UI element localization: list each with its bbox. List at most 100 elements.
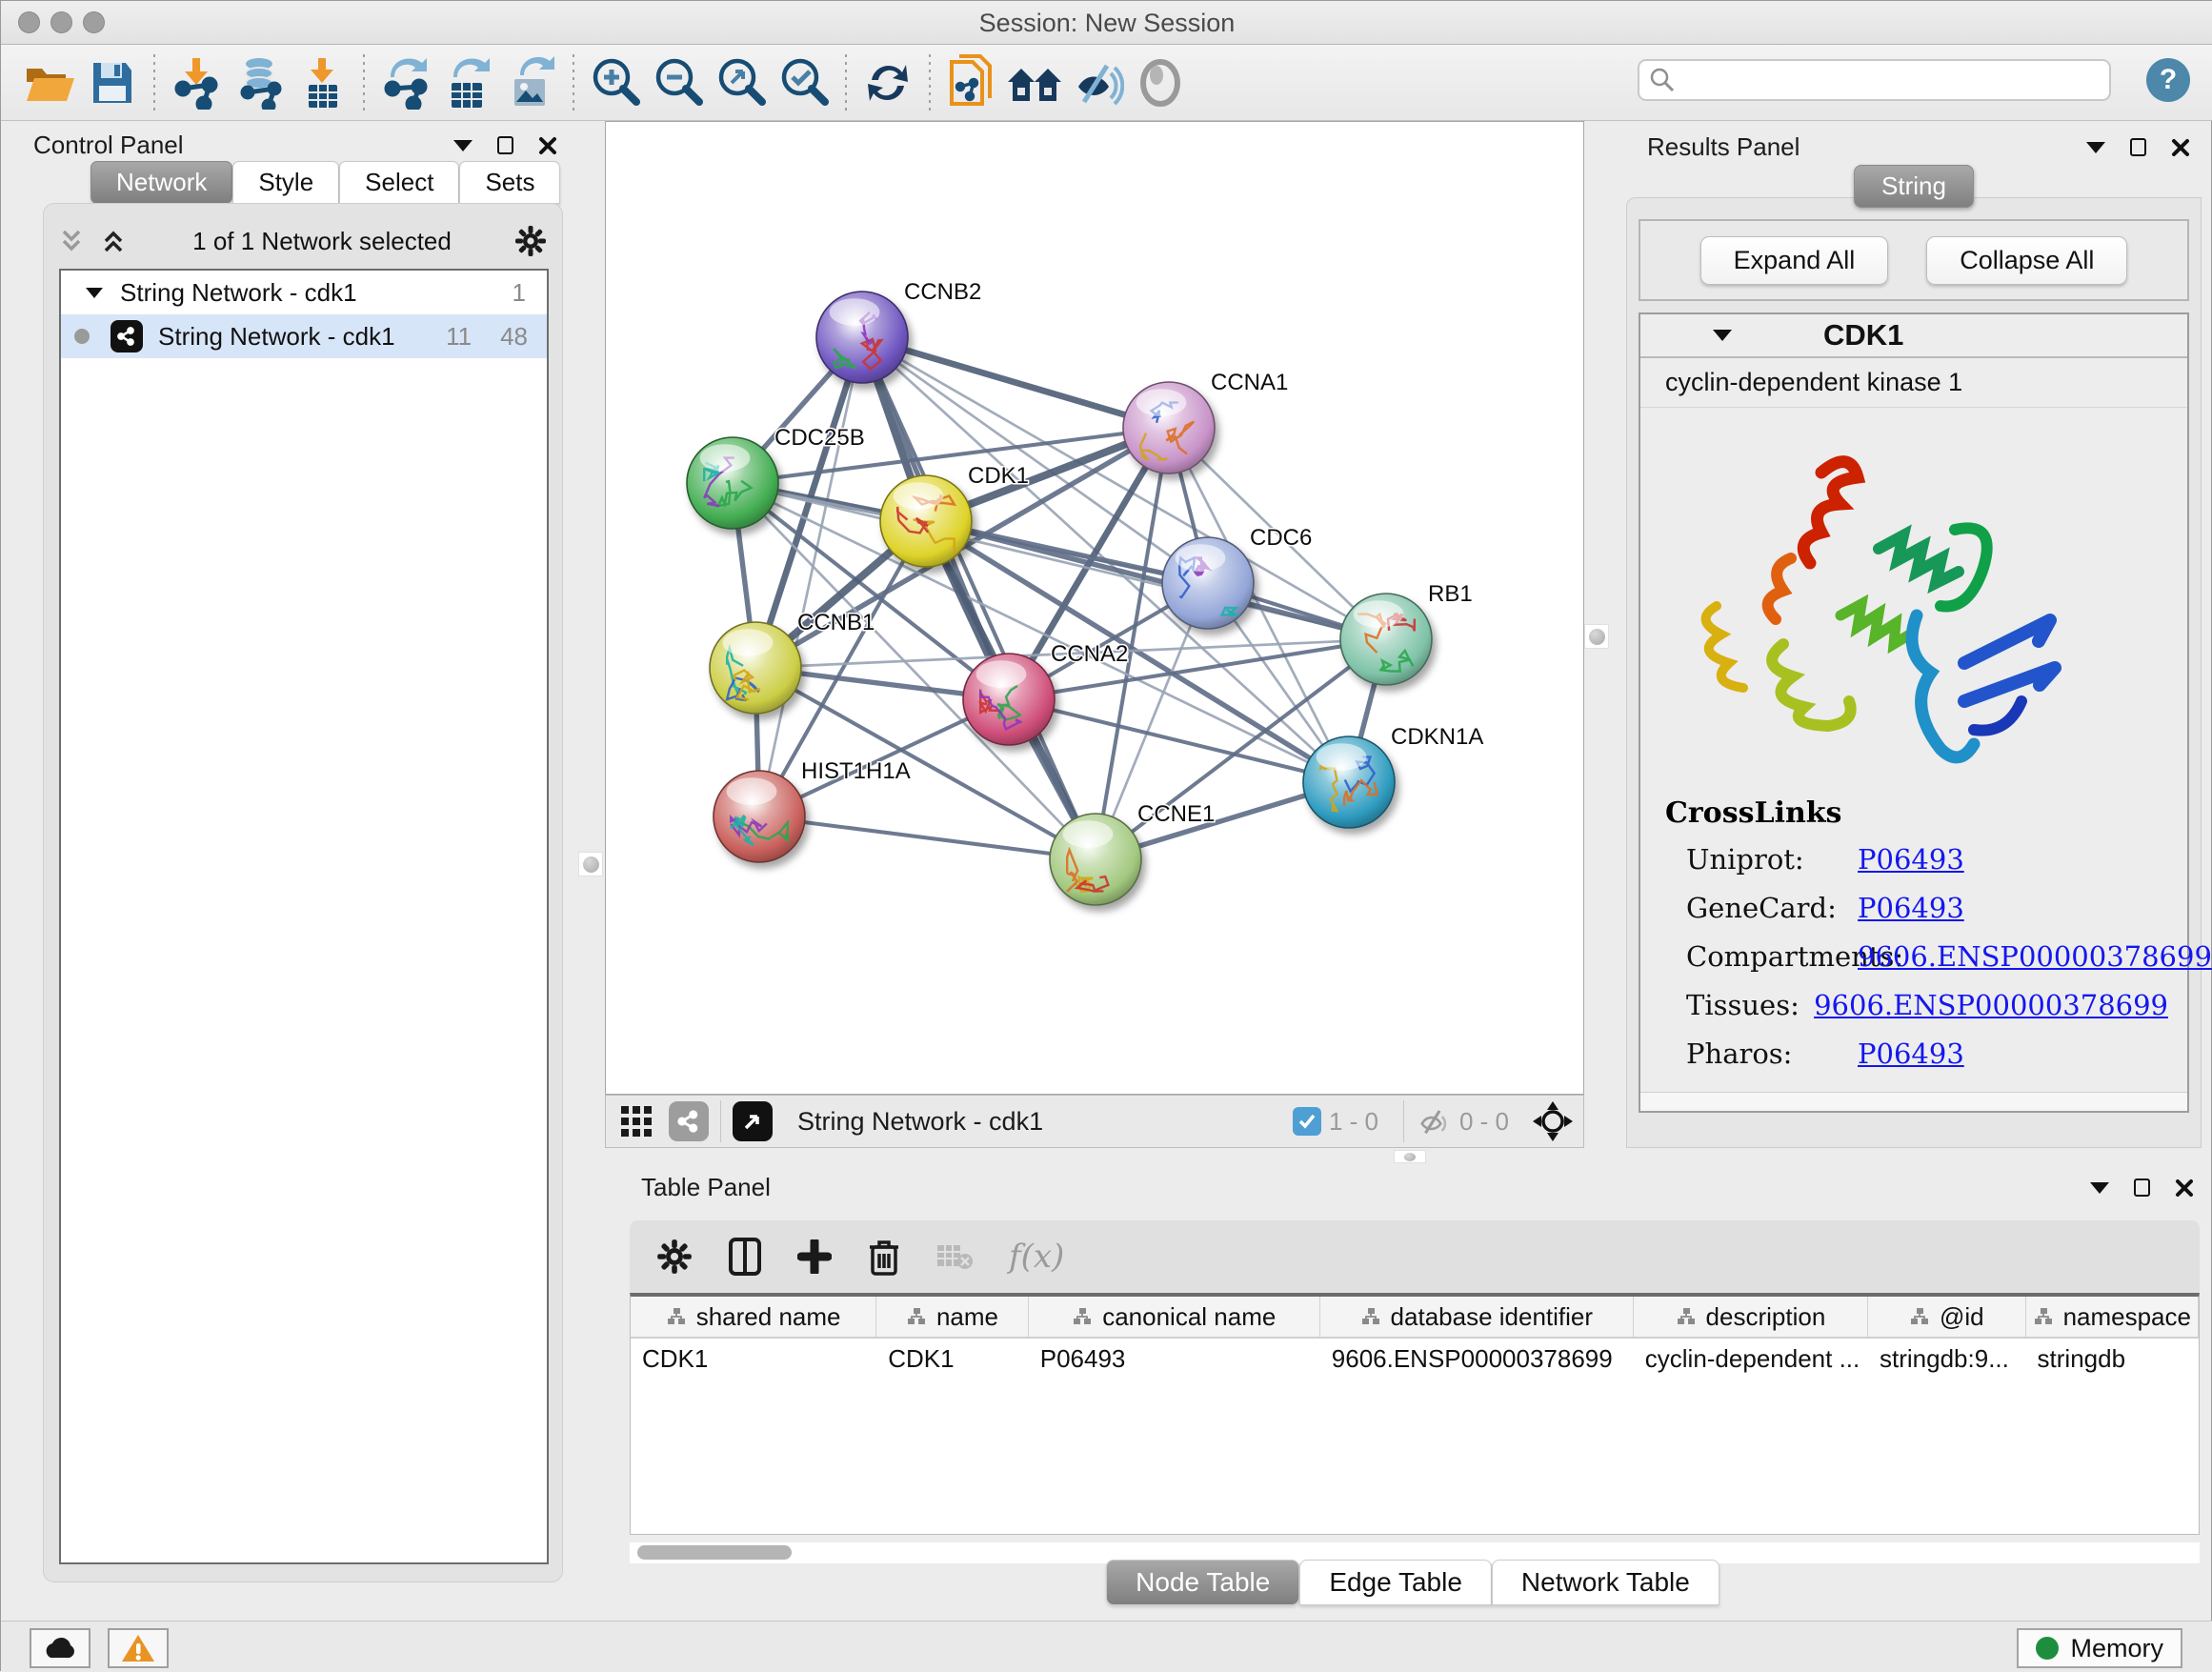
add-column-icon[interactable] <box>797 1239 832 1274</box>
export-table-button[interactable] <box>437 52 500 113</box>
table-row[interactable]: CDK1CDK1P064939606.ENSP00000378699cyclin… <box>631 1339 2199 1380</box>
column-header[interactable]: database identifier <box>1320 1297 1634 1337</box>
panel-menu-icon[interactable] <box>2090 1182 2109 1194</box>
network-node-cdkn1a[interactable] <box>1303 736 1395 828</box>
left-splitter-handle[interactable] <box>578 852 603 876</box>
help-button[interactable]: ? <box>2146 58 2190 102</box>
network-node-hist1h1a[interactable] <box>714 771 805 862</box>
column-header[interactable]: namespace <box>2026 1297 2199 1337</box>
node-table[interactable]: shared namenamecanonical namedatabase id… <box>630 1293 2200 1535</box>
hidden-eye-icon[interactable] <box>1416 1106 1452 1137</box>
tab-sets[interactable]: Sets <box>459 161 560 204</box>
hide-graphics-button[interactable] <box>1066 52 1129 113</box>
network-node-ccna1[interactable] <box>1123 382 1215 473</box>
network-collection-row[interactable]: String Network - cdk1 1 <box>61 271 547 314</box>
column-header[interactable]: name <box>876 1297 1029 1337</box>
table-cell[interactable]: CDK1 <box>631 1339 876 1380</box>
collapse-all-button[interactable]: Collapse All <box>1926 236 2127 285</box>
network-node-cdc6[interactable] <box>1162 537 1254 629</box>
network-edge[interactable] <box>862 337 1169 428</box>
table-cell[interactable]: stringdb:9... <box>1868 1339 2026 1380</box>
right-splitter-handle[interactable] <box>1584 624 1609 649</box>
crosslink-link[interactable]: P06493 <box>1858 843 1964 876</box>
memory-button[interactable]: Memory <box>2017 1628 2182 1668</box>
node-details-header[interactable]: CDK1 <box>1640 314 2187 358</box>
import-network-file-button[interactable] <box>165 52 228 113</box>
string-network-graph[interactable]: CCNB2CCNA1CDC25BCDK1CDC6RB1CCNB1CCNA2CDK… <box>606 122 1583 1094</box>
table-cell[interactable]: stringdb <box>2026 1339 2199 1380</box>
network-edge[interactable] <box>759 337 862 816</box>
show-columns-icon[interactable] <box>729 1238 761 1276</box>
column-header[interactable]: shared name <box>631 1297 876 1337</box>
expand-all-icon[interactable] <box>101 228 130 254</box>
warnings-button[interactable] <box>108 1628 169 1668</box>
results-scrollbar-track[interactable] <box>1640 1092 2187 1111</box>
column-header[interactable]: description <box>1634 1297 1868 1337</box>
tab-string[interactable]: String <box>1854 165 1974 208</box>
float-panel-icon[interactable] <box>497 136 513 154</box>
zoom-selected-button[interactable] <box>773 52 835 113</box>
import-table-button[interactable] <box>291 52 353 113</box>
expand-all-button[interactable]: Expand All <box>1700 236 1889 285</box>
cloud-status-button[interactable] <box>30 1628 90 1668</box>
network-node-ccna2[interactable] <box>963 654 1055 745</box>
search-input[interactable] <box>1638 59 2111 101</box>
network-edge[interactable] <box>759 816 1096 859</box>
panel-menu-icon[interactable] <box>453 140 473 151</box>
export-image-button[interactable] <box>500 52 563 113</box>
bottom-splitter-handle[interactable] <box>1394 1150 1426 1163</box>
network-node-ccnb1[interactable] <box>710 622 801 714</box>
crosslink-link[interactable]: P06493 <box>1858 1037 1964 1070</box>
string-import-button[interactable] <box>940 52 1003 113</box>
collapse-all-icon[interactable] <box>59 228 88 254</box>
zoom-in-button[interactable] <box>584 52 647 113</box>
open-in-new-window-icon[interactable] <box>733 1101 773 1141</box>
network-node-ccnb2[interactable] <box>816 292 908 383</box>
tab-node-table[interactable]: Node Table <box>1106 1560 1299 1605</box>
delete-column-trash-icon[interactable] <box>868 1238 900 1276</box>
birdseye-crosshair-icon[interactable] <box>1532 1100 1574 1142</box>
gear-icon[interactable] <box>514 225 547 257</box>
network-node-ccne1[interactable] <box>1050 814 1141 905</box>
crosslink-link[interactable]: P06493 <box>1858 892 1964 924</box>
table-cell[interactable]: P06493 <box>1029 1339 1320 1380</box>
tab-network[interactable]: Network <box>90 161 232 204</box>
float-panel-icon[interactable] <box>2130 138 2146 156</box>
column-header[interactable]: canonical name <box>1029 1297 1320 1337</box>
collection-expander-icon[interactable] <box>86 288 103 298</box>
tab-edge-table[interactable]: Edge Table <box>1299 1560 1492 1605</box>
table-settings-gear-icon[interactable] <box>656 1239 693 1275</box>
table-cell[interactable]: cyclin-dependent ... <box>1634 1339 1868 1380</box>
table-cell[interactable]: 9606.ENSP00000378699 <box>1320 1339 1634 1380</box>
show-sphere-button[interactable] <box>1129 52 1192 113</box>
collapse-entry-icon[interactable] <box>1713 330 1732 341</box>
close-panel-icon[interactable] <box>538 136 557 155</box>
network-canvas[interactable]: CCNB2CCNA1CDC25BCDK1CDC6RB1CCNB1CCNA2CDK… <box>605 121 1584 1095</box>
zoom-out-button[interactable] <box>647 52 710 113</box>
refresh-button[interactable] <box>856 52 919 113</box>
crosslink-link[interactable]: 9606.ENSP00000378699 <box>1814 989 2168 1021</box>
grid-view-icon[interactable] <box>619 1104 654 1138</box>
string-home-button[interactable] <box>1003 52 1066 113</box>
network-node-rb1[interactable] <box>1340 594 1432 685</box>
network-row[interactable]: String Network - cdk1 11 48 <box>61 314 547 358</box>
tab-select[interactable]: Select <box>339 161 459 204</box>
panel-menu-icon[interactable] <box>2086 142 2105 153</box>
float-panel-icon[interactable] <box>2134 1178 2150 1197</box>
network-node-cdc25b[interactable] <box>687 437 778 529</box>
close-panel-icon[interactable] <box>2175 1178 2194 1198</box>
table-cell[interactable]: CDK1 <box>876 1339 1029 1380</box>
close-panel-icon[interactable] <box>2171 138 2190 157</box>
crosslink-link[interactable]: 9606.ENSP00000378699 <box>1858 940 2212 973</box>
selected-checkbox-icon[interactable] <box>1293 1107 1321 1136</box>
export-network-button[interactable] <box>374 52 437 113</box>
network-share-icon[interactable] <box>669 1101 709 1141</box>
zoom-fit-button[interactable] <box>710 52 773 113</box>
open-session-button[interactable] <box>18 52 81 113</box>
tab-network-table[interactable]: Network Table <box>1492 1560 1719 1605</box>
save-session-button[interactable] <box>81 52 144 113</box>
network-edge[interactable] <box>926 521 1386 639</box>
tab-style[interactable]: Style <box>232 161 339 204</box>
import-network-database-button[interactable] <box>228 52 291 113</box>
column-header[interactable]: @id <box>1868 1297 2026 1337</box>
